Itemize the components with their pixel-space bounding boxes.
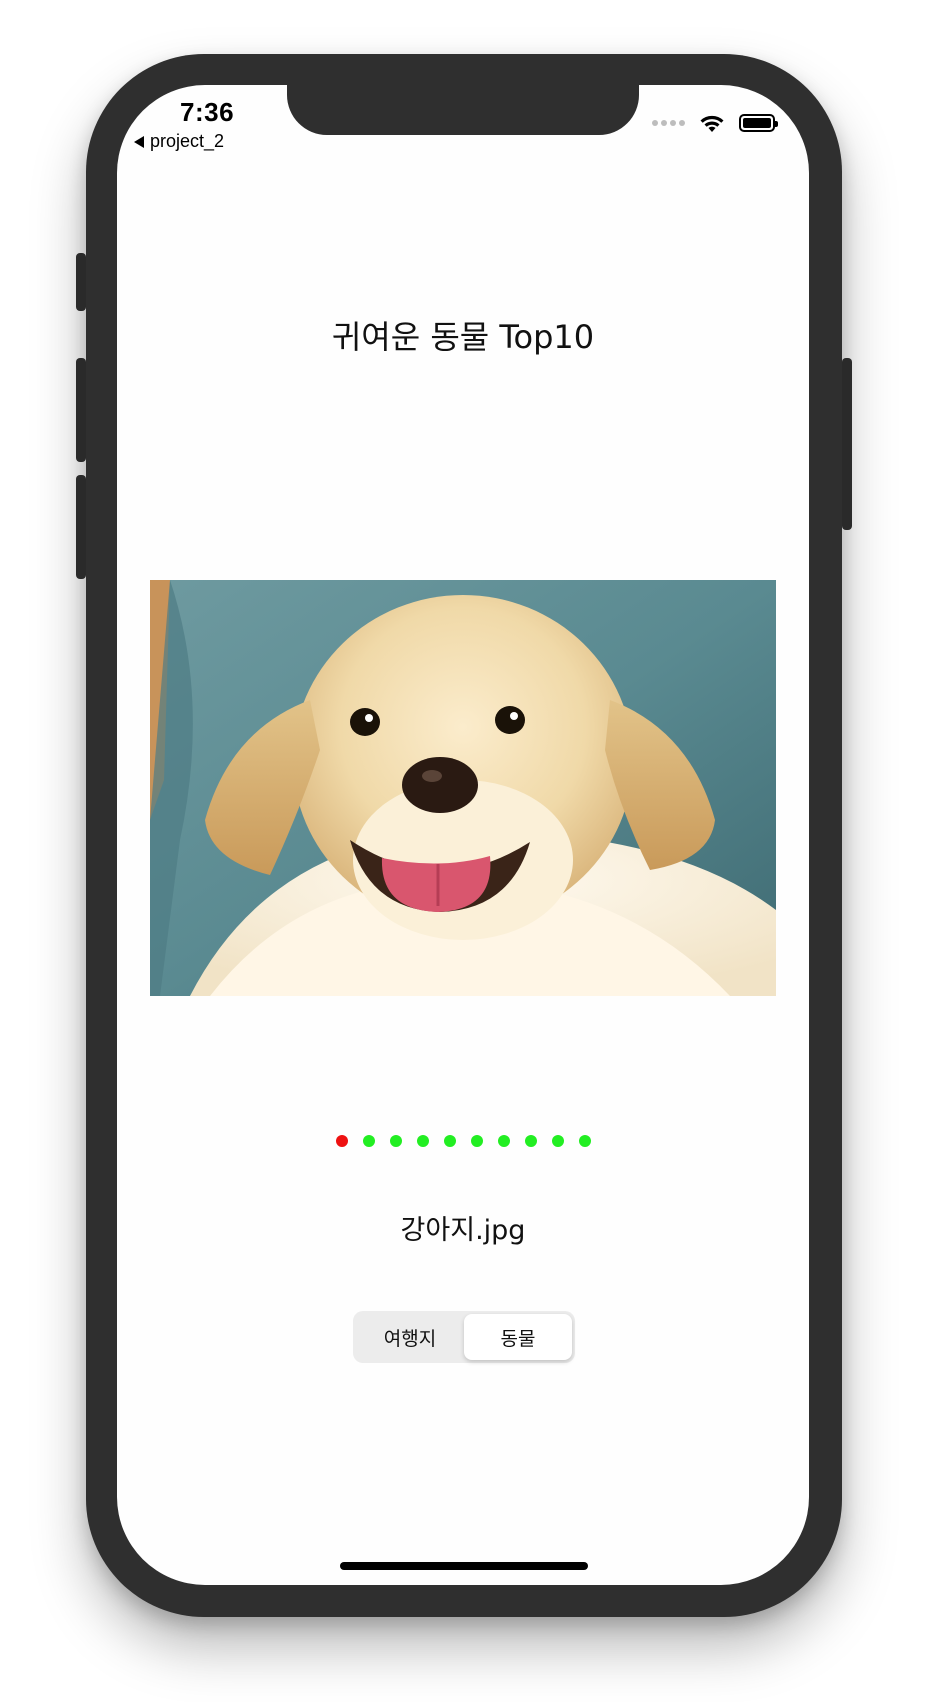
power-button (842, 358, 852, 530)
volume-up-button (76, 358, 86, 462)
back-to-app-label: project_2 (150, 131, 225, 151)
status-time: 7:36 (180, 97, 235, 127)
segment-travel[interactable]: 여행지 (356, 1314, 464, 1360)
page-dot[interactable] (470, 1135, 483, 1147)
puppy-photo (150, 580, 776, 996)
page-dot[interactable] (551, 1135, 564, 1147)
back-arrow-icon (134, 135, 144, 148)
page-dot[interactable] (578, 1135, 591, 1147)
device-canvas: 7:36 project_2 귀여운 동물 Top10 강아지.jpg 여행지 … (0, 0, 926, 1702)
page-dot[interactable] (335, 1135, 348, 1147)
wifi-icon (700, 115, 724, 132)
battery-icon (739, 114, 778, 132)
page-dot[interactable] (416, 1135, 429, 1147)
image-filename: 강아지.jpg (400, 1215, 526, 1246)
mute-switch (76, 253, 86, 311)
category-segmented-control[interactable]: 여행지 동물 (353, 1311, 575, 1363)
app-screen: 7:36 project_2 귀여운 동물 Top10 강아지.jpg 여행지 … (117, 85, 809, 1585)
page-dot[interactable] (362, 1135, 375, 1147)
page-dot[interactable] (524, 1135, 537, 1147)
status-indicators (652, 113, 778, 133)
puppy-illustration (150, 580, 776, 996)
page-indicator[interactable] (117, 1135, 809, 1147)
home-indicator[interactable] (340, 1562, 588, 1570)
volume-down-button (76, 475, 86, 579)
page-dot[interactable] (443, 1135, 456, 1147)
page-title: 귀여운 동물 Top10 (331, 318, 595, 356)
cellular-signal-icon (652, 120, 685, 126)
camera-notch (287, 85, 639, 135)
back-to-app-button[interactable]: project_2 (134, 131, 224, 152)
page-dot[interactable] (497, 1135, 510, 1147)
page-dot[interactable] (389, 1135, 402, 1147)
segment-animal[interactable]: 동물 (464, 1314, 572, 1360)
